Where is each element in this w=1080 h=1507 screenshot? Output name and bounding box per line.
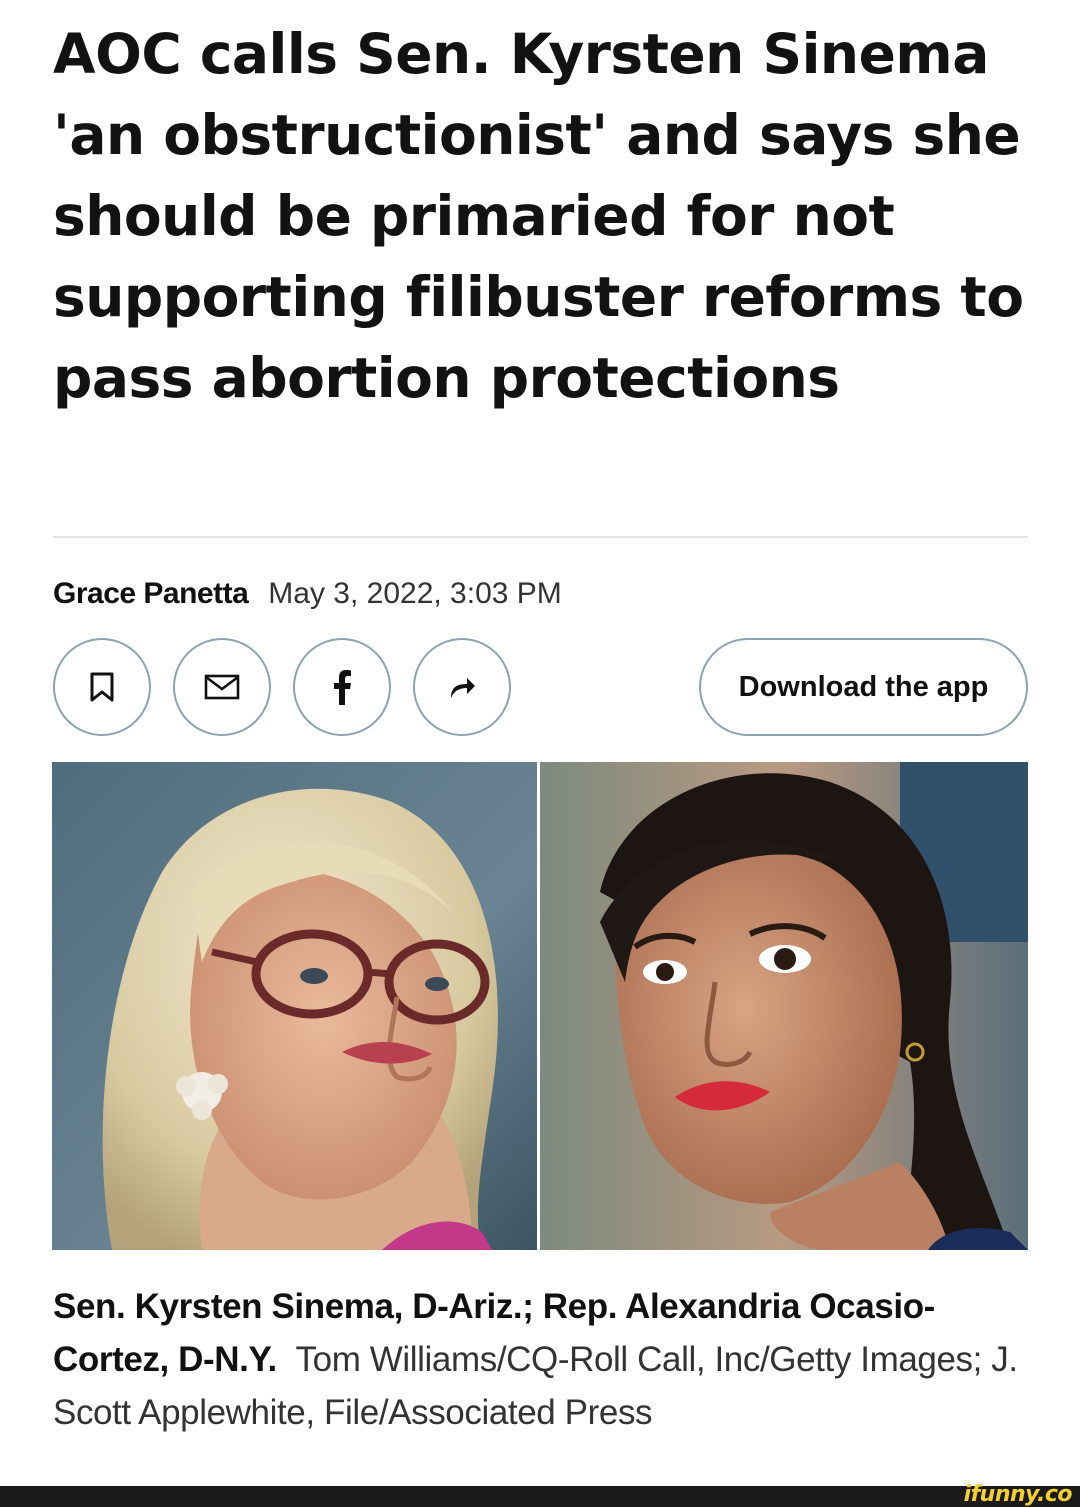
bookmark-button[interactable] (53, 638, 151, 736)
watermark: ifunny.co (963, 1482, 1073, 1507)
share-icon (451, 678, 475, 698)
facebook-icon (334, 670, 351, 705)
share-button[interactable] (413, 638, 511, 736)
download-app-button[interactable]: Download the app (699, 638, 1028, 736)
publish-date: May 3, 2022, 3:03 PM (268, 577, 562, 610)
divider (53, 536, 1028, 538)
email-button[interactable] (173, 638, 271, 736)
mail-icon (204, 674, 240, 700)
bookmark-icon (90, 672, 114, 702)
footer-bar (0, 1486, 1080, 1507)
photo-caption: Sen. Kyrsten Sinema, D-Ariz.; Rep. Alexa… (53, 1280, 1033, 1439)
author-name[interactable]: Grace Panetta (53, 577, 249, 611)
article-headline: AOC calls Sen. Kyrsten Sinema 'an obstru… (53, 22, 1024, 410)
photo-sinema (52, 762, 537, 1250)
photo-ocasio-cortez (540, 762, 1028, 1250)
facebook-share-button[interactable] (293, 638, 391, 736)
byline: Grace Panetta May 3, 2022, 3:03 PM (53, 572, 562, 616)
article-photo (52, 762, 1028, 1250)
